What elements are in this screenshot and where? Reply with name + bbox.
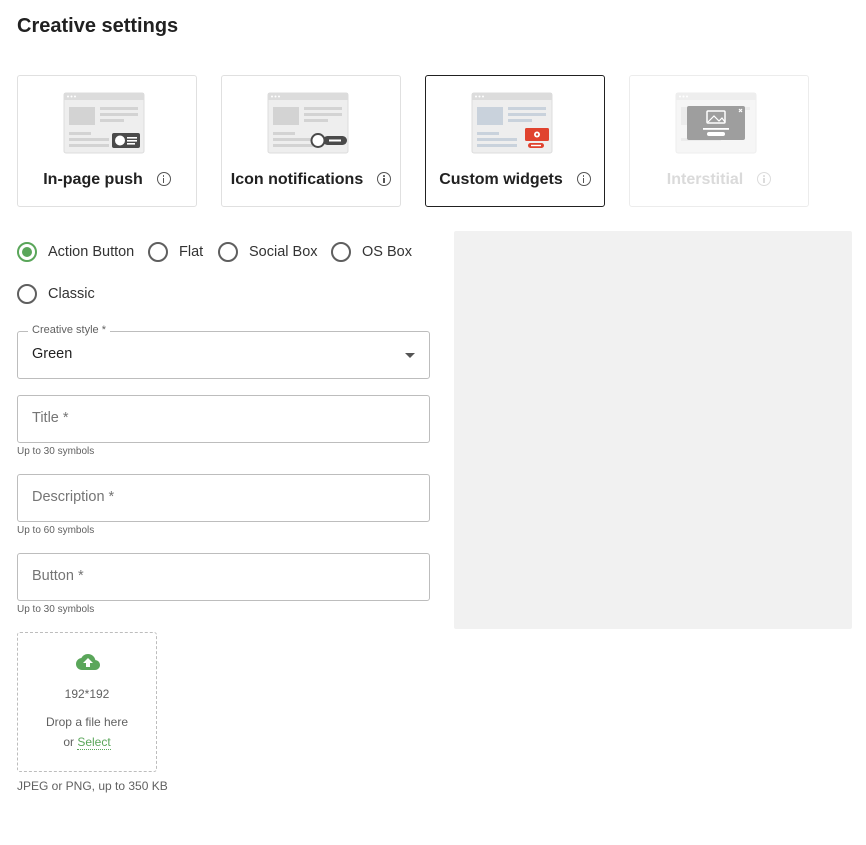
creative-style-value: Green bbox=[32, 346, 73, 362]
info-icon bbox=[757, 172, 772, 186]
radio-unchecked-icon bbox=[17, 284, 37, 304]
radio-label: Action Button bbox=[48, 244, 135, 260]
interstitial-thumbnail-icon bbox=[675, 92, 757, 154]
radio-action-button[interactable]: Action Button bbox=[17, 242, 134, 262]
title-input[interactable]: Title * bbox=[17, 395, 430, 443]
button-hint: Up to 30 symbols bbox=[17, 604, 95, 615]
radio-unchecked-icon bbox=[331, 242, 351, 262]
radio-label: Social Box bbox=[249, 244, 318, 260]
radio-classic[interactable]: Classic bbox=[17, 284, 95, 304]
creative-style-label: Creative style * bbox=[28, 324, 110, 336]
radio-checked-icon bbox=[17, 242, 37, 262]
title-hint: Up to 30 symbols bbox=[17, 446, 95, 457]
custom-widgets-thumbnail-icon bbox=[471, 92, 553, 154]
creative-style-select[interactable]: Creative style * Green bbox=[17, 324, 430, 379]
upload-drop-text: Drop a file here bbox=[45, 715, 129, 729]
cloud-upload-icon bbox=[76, 654, 100, 670]
in-page-push-thumbnail-icon bbox=[63, 92, 145, 154]
description-hint: Up to 60 symbols bbox=[17, 525, 95, 536]
dropdown-arrow-icon[interactable] bbox=[405, 353, 415, 358]
radio-unchecked-icon bbox=[218, 242, 238, 262]
info-icon[interactable] bbox=[156, 172, 171, 186]
radio-flat[interactable]: Flat bbox=[148, 242, 203, 262]
format-card-icon-notifications[interactable]: Icon notifications bbox=[221, 75, 401, 207]
format-label: Interstitial bbox=[666, 171, 744, 188]
upload-size: 192*192 bbox=[64, 687, 110, 701]
format-label: In-page push bbox=[43, 171, 143, 188]
icon-notifications-thumbnail-icon bbox=[267, 92, 349, 154]
image-upload-dropzone[interactable]: 192*192 Drop a file here or Select bbox=[17, 632, 157, 772]
format-card-custom-widgets[interactable]: Custom widgets bbox=[425, 75, 605, 207]
page-title: Creative settings bbox=[17, 15, 179, 37]
radio-label: Flat bbox=[179, 244, 204, 260]
creative-preview-panel bbox=[454, 231, 852, 629]
title-placeholder: Title * bbox=[32, 410, 69, 426]
radio-unchecked-icon bbox=[148, 242, 168, 262]
description-placeholder: Description * bbox=[32, 489, 115, 505]
format-label: Custom widgets bbox=[439, 171, 563, 188]
upload-or-text: or bbox=[63, 735, 74, 749]
radio-label: OS Box bbox=[362, 244, 412, 260]
button-placeholder: Button * bbox=[32, 568, 84, 584]
upload-select-link[interactable]: Select bbox=[77, 735, 111, 750]
description-input[interactable]: Description * bbox=[17, 474, 430, 522]
radio-os-box[interactable]: OS Box bbox=[331, 242, 412, 262]
format-card-interstitial: Interstitial bbox=[629, 75, 809, 207]
upload-hint: JPEG or PNG, up to 350 KB bbox=[17, 779, 168, 793]
format-card-in-page-push[interactable]: In-page push bbox=[17, 75, 197, 207]
radio-label: Classic bbox=[48, 286, 95, 302]
info-icon[interactable] bbox=[576, 172, 591, 186]
radio-social-box[interactable]: Social Box bbox=[218, 242, 318, 262]
button-text-input[interactable]: Button * bbox=[17, 553, 430, 601]
info-icon[interactable] bbox=[377, 172, 392, 186]
format-label: Icon notifications bbox=[230, 171, 364, 188]
